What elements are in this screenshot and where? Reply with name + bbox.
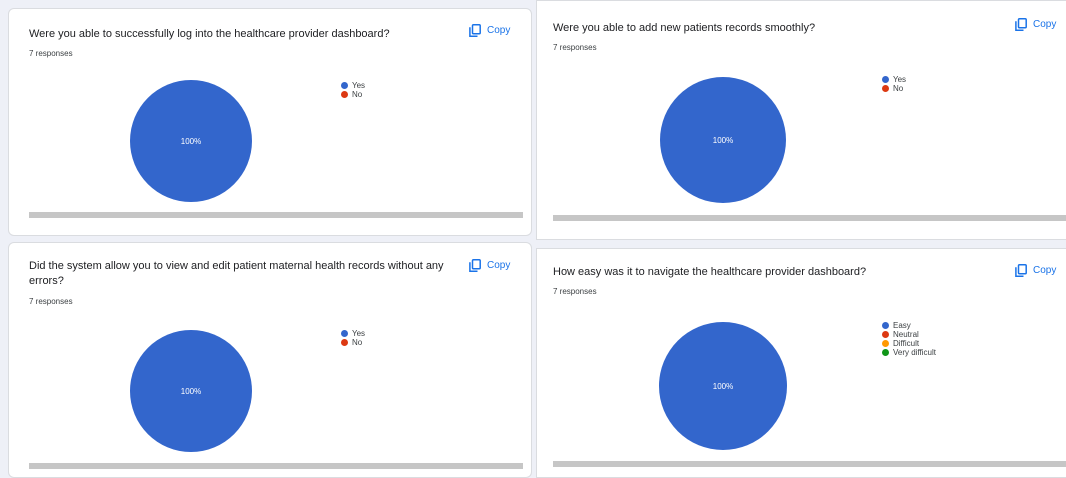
legend-item: Easy [882, 321, 936, 330]
pie-data-label: 100% [713, 136, 733, 145]
legend-swatch [882, 76, 889, 83]
legend-swatch [341, 339, 348, 346]
pie-data-label: 100% [181, 387, 201, 396]
pie-chart: 100% [660, 77, 786, 203]
legend-swatch [341, 82, 348, 89]
legend-item: No [882, 84, 906, 93]
legend-swatch [882, 340, 889, 347]
legend-label: Yes [352, 81, 366, 90]
pie-chart: 100% [659, 322, 787, 450]
legend-label: Easy [893, 321, 911, 330]
horizontal-scrollbar[interactable] [553, 461, 1066, 467]
legend-swatch [882, 322, 889, 329]
legend-label: Difficult [893, 339, 920, 348]
legend-label: Yes [352, 329, 366, 338]
pie-data-label: 100% [181, 137, 201, 146]
legend-item: No [341, 338, 365, 347]
question-card-3: Did the system allow you to view and edi… [8, 242, 532, 478]
pie-chart: 100% [130, 80, 252, 202]
legend-swatch [341, 330, 348, 337]
legend-label: No [352, 90, 363, 99]
horizontal-scrollbar[interactable] [553, 215, 1066, 221]
chart-legend: Yes No [882, 75, 906, 93]
legend-label: Yes [893, 75, 907, 84]
chart-legend: Easy Neutral Difficult Very difficult [882, 321, 936, 357]
pie-chart: 100% [130, 330, 252, 452]
question-card-4: How easy was it to navigate the healthca… [536, 248, 1066, 478]
legend-item: Very difficult [882, 348, 936, 357]
legend-item: No [341, 90, 365, 99]
legend-item: Difficult [882, 339, 936, 348]
pie-data-label: 100% [713, 382, 733, 391]
legend-swatch [882, 331, 889, 338]
legend-item: Yes [341, 81, 365, 90]
legend-label: No [352, 338, 363, 347]
legend-item: Neutral [882, 330, 936, 339]
legend-item: Yes [882, 75, 906, 84]
legend-item: Yes [341, 329, 365, 338]
legend-swatch [882, 85, 889, 92]
horizontal-scrollbar[interactable] [29, 463, 523, 469]
question-card-2: Were you able to add new patients record… [536, 0, 1066, 240]
legend-label: No [893, 84, 904, 93]
chart-legend: Yes No [341, 81, 365, 99]
legend-label: Very difficult [893, 348, 936, 357]
legend-swatch [882, 349, 889, 356]
chart-legend: Yes No [341, 329, 365, 347]
question-card-1: Were you able to successfully log into t… [8, 8, 532, 236]
legend-label: Neutral [893, 330, 919, 339]
legend-swatch [341, 91, 348, 98]
horizontal-scrollbar[interactable] [29, 212, 523, 218]
